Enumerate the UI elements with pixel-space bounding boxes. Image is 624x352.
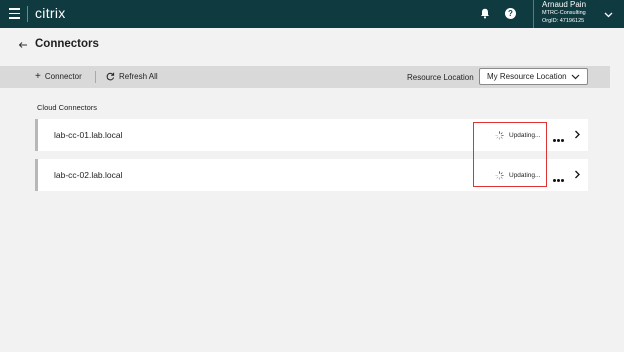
refresh-all-label: Refresh All (119, 72, 158, 81)
user-menu[interactable]: Arnaud Pain MTRC-Consulting OrgID: 47196… (542, 1, 586, 24)
logo-divider (27, 6, 28, 22)
connector-name: lab-cc-01.lab.local (54, 130, 123, 140)
user-name: Arnaud Pain (542, 0, 587, 9)
resource-location-label: Resource Location (407, 73, 474, 82)
status-highlight-box (473, 122, 547, 187)
add-connector-label: Connector (44, 72, 82, 81)
more-options-icon[interactable] (553, 169, 567, 182)
add-connector-button[interactable]: + Connector (35, 70, 82, 82)
chevron-right-icon[interactable] (573, 130, 581, 139)
plus-icon: + (35, 70, 41, 82)
user-divider (533, 0, 534, 28)
toolbar: + Connector Refresh All Resource Locatio… (0, 66, 610, 88)
back-arrow-icon[interactable] (18, 40, 28, 50)
top-bar: citrix ? Arnaud Pain MTRC-Consulting Org… (0, 0, 624, 28)
org-name: MTRC-Consulting (542, 10, 586, 16)
chevron-right-icon[interactable] (573, 170, 581, 179)
hamburger-menu-icon[interactable] (9, 8, 20, 19)
page-title: Connectors (35, 38, 99, 50)
bell-icon[interactable] (480, 8, 490, 19)
section-title: Cloud Connectors (37, 103, 98, 112)
resource-location-value: My Resource Location (487, 72, 567, 81)
chevron-down-icon[interactable] (604, 10, 613, 19)
resource-location-select[interactable]: My Resource Location (479, 68, 588, 85)
more-options-icon[interactable] (553, 129, 567, 142)
help-icon[interactable]: ? (505, 8, 516, 19)
chevron-down-icon (571, 74, 580, 80)
org-id: OrgID: 47196125 (542, 17, 585, 24)
refresh-icon (106, 72, 115, 81)
refresh-all-button[interactable]: Refresh All (106, 72, 158, 81)
connector-name: lab-cc-02.lab.local (54, 170, 123, 180)
toolbar-divider (95, 71, 96, 83)
citrix-logo: citrix (35, 5, 66, 21)
